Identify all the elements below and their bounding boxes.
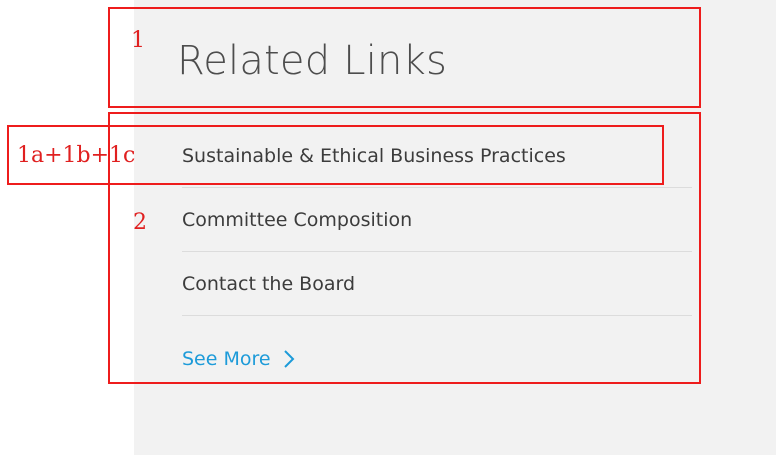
annotation-box-1: [108, 7, 701, 108]
related-links-screen: Related Links Sustainable & Ethical Busi…: [0, 0, 776, 455]
annotation-label-1: 1: [131, 28, 145, 53]
annotation-label-2: 2: [133, 210, 147, 235]
annotation-label-1a-1b-1c: 1a+1b+1c: [17, 143, 136, 168]
